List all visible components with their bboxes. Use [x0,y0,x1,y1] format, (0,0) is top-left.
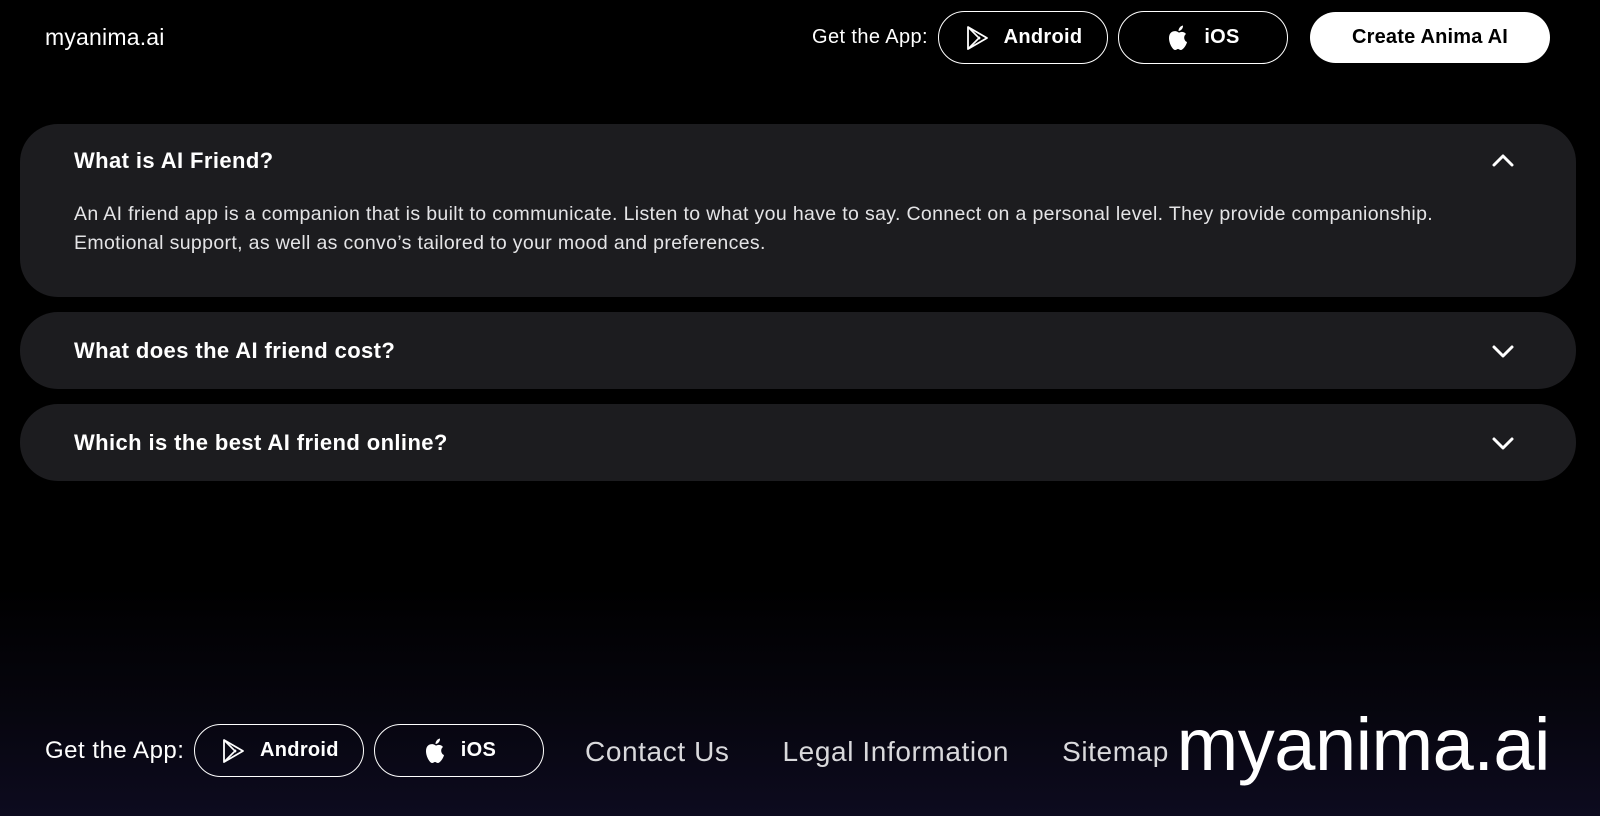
logo[interactable]: myanima.ai [45,24,165,51]
ios-download-button[interactable]: iOS [1118,11,1288,64]
chevron-down-icon[interactable] [1490,338,1516,364]
faq-item-ai-friend-cost: What does the AI friend cost? [20,312,1576,389]
footer-app-links: Get the App: Android iOS [45,724,545,777]
android-download-button[interactable]: Android [194,724,365,777]
android-label: Android [1003,26,1083,48]
get-app-label: Get the App: [812,26,928,48]
create-anima-button[interactable]: Create Anima AI [1310,12,1550,63]
faq-item-what-is-ai-friend: What is AI Friend? An AI friend app is a… [20,124,1576,297]
ios-download-button[interactable]: iOS [374,724,545,777]
android-download-button[interactable]: Android [938,11,1108,64]
android-label: Android [260,739,339,761]
apple-icon [423,737,447,765]
faq-item-best-ai-friend: Which is the best AI friend online? [20,404,1576,481]
faq-question: What does the AI friend cost? [74,337,396,363]
chevron-up-icon[interactable] [1490,148,1516,174]
footer: Get the App: Android iOS Contact Us Lega… [0,700,1600,816]
google-play-icon [964,25,990,51]
get-app-label: Get the App: [45,736,185,764]
ios-label: iOS [1204,26,1240,48]
sitemap-link[interactable]: Sitemap [1062,736,1169,768]
faq-answer: An AI friend app is a companion that is … [74,203,1434,254]
footer-nav: Contact Us Legal Information Sitemap [585,736,1169,768]
legal-information-link[interactable]: Legal Information [783,736,1010,768]
ios-label: iOS [460,739,497,761]
faq-toggle[interactable]: What is AI Friend? [74,124,1522,198]
header-actions: Get the App: Android iOS Create Anima AI [812,11,1550,64]
apple-icon [1166,24,1190,52]
faq-toggle[interactable]: Which is the best AI friend online? [74,404,1522,481]
contact-us-link[interactable]: Contact Us [585,736,730,768]
footer-logo[interactable]: myanima.ai [1177,702,1551,787]
faq-list: What is AI Friend? An AI friend app is a… [20,124,1576,496]
google-play-icon [220,738,246,764]
faq-question: Which is the best AI friend online? [74,429,448,455]
faq-question: What is AI Friend? [74,148,274,173]
faq-toggle[interactable]: What does the AI friend cost? [74,312,1522,389]
chevron-down-icon[interactable] [1490,430,1516,456]
header: myanima.ai Get the App: Android iOS Crea… [0,0,1600,76]
